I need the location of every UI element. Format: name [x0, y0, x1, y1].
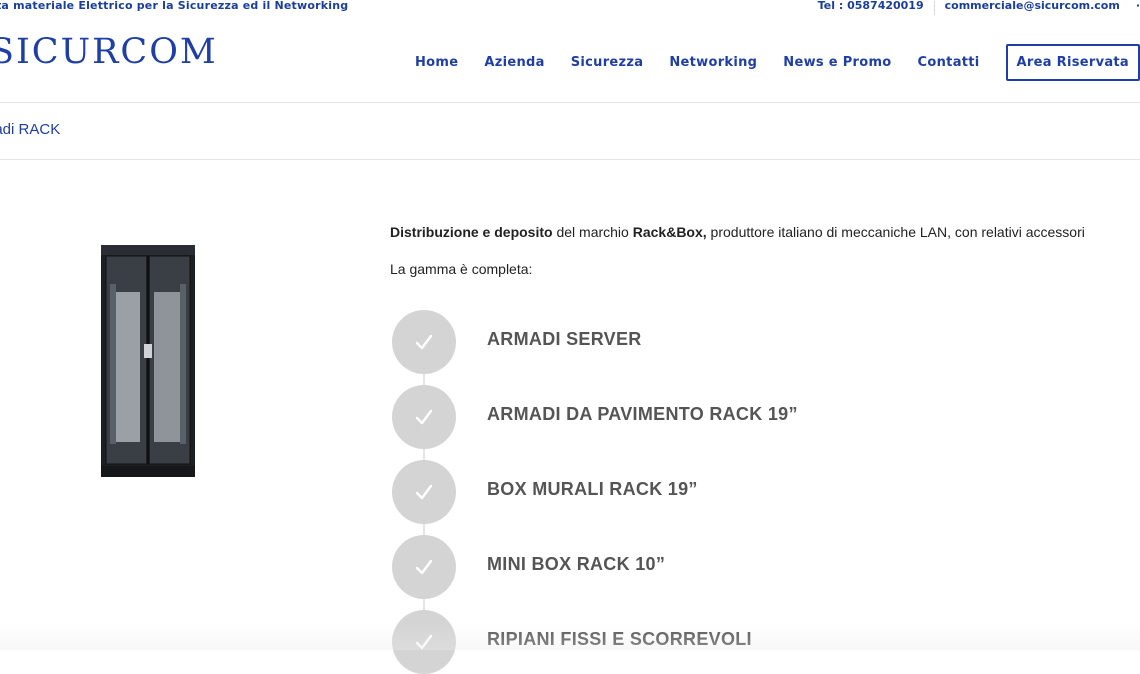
- list-connector-line: [423, 599, 425, 610]
- check-circle: [392, 310, 456, 374]
- nav-networking[interactable]: Networking: [669, 55, 757, 70]
- site-logo[interactable]: SICURCOM: [0, 32, 218, 72]
- contact-info: Tel : 0587420019 commerciale@sicurcom.co…: [818, 0, 1140, 15]
- check-circle: [392, 535, 456, 599]
- checkmark-icon: [415, 334, 433, 350]
- nav-sicurezza[interactable]: Sicurezza: [571, 55, 644, 70]
- list-item-label: MINI BOX RACK 10”: [487, 554, 666, 574]
- list-item: RIPIANI FISSI E SCORREVOLI: [392, 610, 1112, 674]
- list-item-label: ARMADI DA PAVIMENTO RACK 19”: [487, 404, 798, 424]
- list-item: ARMADI SERVER: [392, 310, 1112, 374]
- checkmark-icon: [415, 484, 433, 500]
- list-item-label: ARMADI SERVER: [487, 329, 642, 349]
- area-riservata-button[interactable]: Area Riservata: [1005, 43, 1140, 81]
- list-item: MINI BOX RACK 10”: [392, 535, 1112, 599]
- tagline: ita materiale Elettrico per la Sicurezza…: [0, 0, 349, 12]
- site-header: SICURCOM Home Azienda Sicurezza Networki…: [0, 22, 1140, 103]
- checkmark-icon: [415, 559, 433, 575]
- check-circle: [392, 460, 456, 524]
- checkmark-icon: [415, 634, 433, 650]
- email-link[interactable]: commerciale@sicurcom.com: [945, 0, 1120, 15]
- top-info-bar: ita materiale Elettrico per la Sicurezza…: [0, 0, 1140, 23]
- page-title[interactable]: nadi RACK: [0, 121, 60, 138]
- list-item: ARMADI DA PAVIMENTO RACK 19”: [392, 385, 1112, 449]
- topbar-overflow-dot: ·: [1135, 0, 1140, 12]
- rack-cabinet-image: [101, 245, 195, 477]
- intro-bold-brand: Rack&Box,: [632, 224, 707, 240]
- intro-text-2: produttore italiano di meccaniche LAN, c…: [706, 224, 1085, 240]
- nav-azienda[interactable]: Azienda: [484, 55, 544, 70]
- phone-link[interactable]: Tel : 0587420019: [818, 0, 924, 15]
- nav-home[interactable]: Home: [415, 55, 458, 70]
- nav-contatti[interactable]: Contatti: [918, 55, 980, 70]
- list-connector-line: [423, 524, 425, 535]
- check-circle: [392, 610, 456, 674]
- list-connector-line: [423, 374, 425, 385]
- list-item-label: RIPIANI FISSI E SCORREVOLI: [487, 629, 752, 649]
- list-item: BOX MURALI RACK 19”: [392, 460, 1112, 524]
- list-item-label: BOX MURALI RACK 19”: [487, 479, 698, 499]
- title-bar: nadi RACK: [0, 103, 1140, 160]
- range-text: La gamma è completa:: [390, 261, 533, 277]
- checkmark-icon: [415, 409, 433, 425]
- contact-divider: [933, 1, 935, 15]
- main-nav: Home Azienda Sicurezza Networking News e…: [415, 22, 1140, 102]
- intro-bold-distribution: Distribuzione e deposito: [390, 224, 553, 240]
- intro-text: Distribuzione e deposito del marchio Rac…: [390, 224, 1085, 240]
- intro-text-1: del marchio: [552, 224, 633, 240]
- list-connector-line: [423, 449, 425, 460]
- nav-news-promo[interactable]: News e Promo: [783, 55, 891, 70]
- check-circle: [392, 385, 456, 449]
